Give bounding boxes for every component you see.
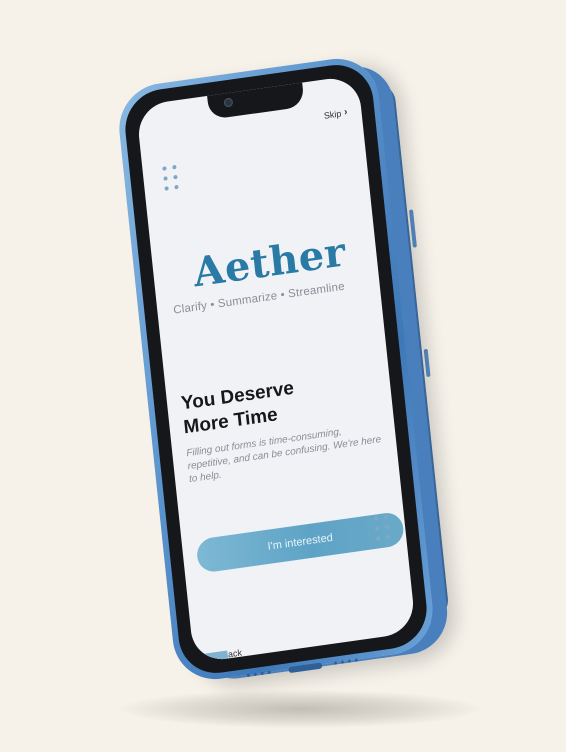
phone-mockup: Skip › Aether Clarify • Summarize • Stre… bbox=[115, 53, 450, 685]
notch bbox=[206, 80, 305, 120]
app-screen: Skip › Aether Clarify • Summarize • Stre… bbox=[135, 74, 417, 664]
decorative-dots-bottom bbox=[373, 514, 391, 541]
power-button bbox=[423, 348, 431, 378]
skip-label: Skip bbox=[323, 107, 342, 121]
camera-icon bbox=[223, 97, 234, 108]
mockup-stage: Skip › Aether Clarify • Summarize • Stre… bbox=[0, 0, 566, 752]
chevron-right-icon: › bbox=[343, 106, 349, 118]
phone-shadow bbox=[120, 690, 480, 728]
skip-button[interactable]: Skip › bbox=[323, 107, 348, 121]
decorative-dots-top bbox=[162, 164, 179, 191]
screen-corner-accent bbox=[191, 650, 229, 664]
onboarding-headline: You Deserve More Time bbox=[180, 377, 298, 441]
